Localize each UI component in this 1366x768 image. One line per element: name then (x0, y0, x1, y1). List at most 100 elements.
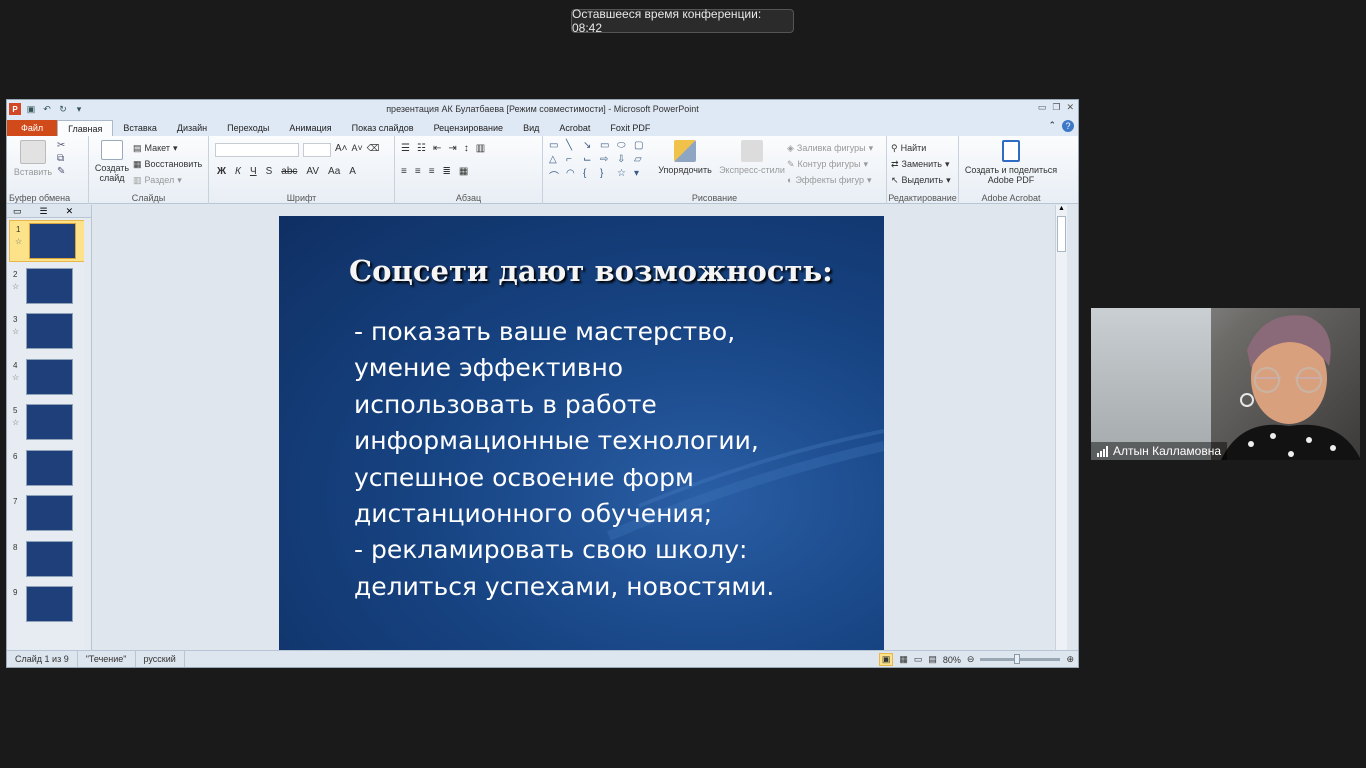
close-icon[interactable]: ✕ (1066, 102, 1074, 113)
reset-button[interactable]: ▦ Восстановить (133, 156, 202, 172)
participant-video[interactable]: Алтын Калламовна (1091, 308, 1360, 460)
tab-animation[interactable]: Анимация (279, 120, 341, 136)
rect-shape-icon[interactable]: ▭ (600, 140, 614, 152)
font-name-select[interactable] (215, 143, 299, 157)
scroll-up-icon[interactable]: ▲ (1056, 205, 1067, 212)
triangle-shape-icon[interactable]: △ (549, 154, 563, 166)
callout-shape-icon[interactable]: ▱ (634, 154, 648, 166)
replace-button[interactable]: ⇄ Заменить ▾ (891, 156, 951, 172)
brace-right-shape-icon[interactable]: } (600, 168, 614, 184)
arrow-shape-icon[interactable]: ↘ (583, 140, 597, 152)
select-button[interactable]: ↖ Выделить ▾ (891, 172, 951, 188)
thumbnails-scrollbar[interactable] (84, 218, 91, 651)
layout-button[interactable]: ▤ Макет ▾ (133, 140, 202, 156)
slide-thumbnail[interactable]: 2 ☆ (7, 266, 85, 308)
slide-title[interactable]: Соцсети дают возможность: (349, 254, 833, 288)
shapes-gallery[interactable]: ▭ ╲ ↘ ▭ ⬭ ▢ △ ⌐ ⌙ ⇨ ⇩ ▱ ⌒ ◠{} ☆ ▾ (549, 140, 651, 184)
zoom-out-icon[interactable]: ⊖ (967, 654, 975, 665)
change-case-icon[interactable]: Aa (328, 166, 340, 177)
section-button[interactable]: ▥ Раздел ▾ (133, 172, 202, 188)
tab-view[interactable]: Вид (513, 120, 549, 136)
format-painter-icon[interactable]: ✎ (57, 166, 65, 177)
columns-icon[interactable]: ▥ (476, 143, 485, 154)
create-share-pdf-button[interactable]: Создать и поделиться Adobe PDF (961, 140, 1061, 185)
right-arrow-shape-icon[interactable]: ⇨ (600, 154, 614, 166)
zoom-in-icon[interactable]: ⊕ (1066, 654, 1074, 665)
textbox-shape-icon[interactable]: ▭ (549, 140, 563, 152)
underline-icon[interactable]: Ч (250, 166, 257, 177)
tab-home[interactable]: Главная (57, 120, 114, 136)
current-slide[interactable]: Соцсети дают возможность: - показать ваш… (279, 216, 884, 651)
tab-file[interactable]: Файл (7, 120, 58, 136)
close-pane-icon[interactable]: ✕ (66, 206, 74, 217)
shape-fill-button[interactable]: ◈ Заливка фигуры ▾ (787, 140, 873, 156)
justify-icon[interactable]: ≣ (443, 166, 451, 177)
brace-left-shape-icon[interactable]: { (583, 168, 597, 184)
editor-scrollbar[interactable]: ▲ (1055, 205, 1067, 651)
cut-icon[interactable]: ✂ (57, 140, 65, 151)
shape-effects-button[interactable]: ◐ Эффекты фигур ▾ (787, 172, 873, 188)
undo-icon[interactable]: ↶ (41, 103, 53, 115)
arc-shape-icon[interactable]: ◠ (566, 168, 580, 184)
restore-icon[interactable]: ❐ (1052, 102, 1060, 113)
line-spacing-icon[interactable]: ↕ (464, 143, 469, 154)
star-shape-icon[interactable]: ☆ (617, 168, 631, 184)
zoom-slider-thumb[interactable] (1014, 654, 1021, 664)
help-icon[interactable]: ? (1062, 120, 1074, 132)
font-size-select[interactable] (303, 143, 331, 157)
align-center-icon[interactable]: ≡ (415, 166, 421, 177)
decrease-indent-icon[interactable]: ⇤ (433, 143, 441, 154)
line-shape-icon[interactable]: ╲ (566, 140, 580, 152)
normal-view-icon[interactable]: ▣ (878, 653, 894, 666)
curve-shape-icon[interactable]: ⌒ (549, 168, 563, 184)
slide-sorter-icon[interactable]: ▦ (899, 654, 908, 665)
columns-layout-icon[interactable]: ▦ (459, 166, 468, 177)
tab-insert[interactable]: Вставка (113, 120, 166, 136)
paste-button[interactable]: Вставить (13, 140, 53, 177)
font-color-icon[interactable]: A (349, 166, 356, 177)
scroll-thumb[interactable] (1057, 216, 1066, 252)
char-spacing-icon[interactable]: AV (306, 166, 319, 177)
oval-shape-icon[interactable]: ⬭ (617, 140, 631, 152)
zoom-level[interactable]: 80% (943, 655, 961, 665)
reading-view-icon[interactable]: ▭ (914, 654, 923, 665)
increase-indent-icon[interactable]: ⇥ (448, 143, 456, 154)
elbow-shape-icon[interactable]: ⌐ (566, 154, 580, 166)
copy-icon[interactable]: ⧉ (57, 153, 65, 164)
clear-format-icon[interactable]: ⌫ (367, 143, 380, 157)
tab-transitions[interactable]: Переходы (217, 120, 279, 136)
new-slide-button[interactable]: Создать слайд (93, 140, 131, 183)
bold-icon[interactable]: Ж (217, 166, 226, 177)
arrange-button[interactable]: Упорядочить (655, 140, 715, 175)
slide-thumbnail[interactable]: 1 ☆ (9, 220, 87, 262)
slides-tab-icon[interactable]: ▭ (13, 206, 22, 217)
slide-thumbnail[interactable]: 7 (7, 493, 85, 535)
more-shapes-icon[interactable]: ▾ (634, 168, 648, 184)
minimize-icon[interactable]: ▭ (1038, 102, 1047, 113)
redo-icon[interactable]: ↻ (57, 103, 69, 115)
bullets-icon[interactable]: ☰ (401, 143, 410, 154)
rounded-rect-shape-icon[interactable]: ▢ (634, 140, 648, 152)
quick-styles-button[interactable]: Экспресс-стили (719, 140, 785, 175)
align-left-icon[interactable]: ≡ (401, 166, 407, 177)
slide-thumbnail[interactable]: 9 (7, 584, 85, 626)
slide-thumbnail[interactable]: 5 ☆ (7, 402, 85, 444)
zoom-slider[interactable] (980, 654, 1061, 664)
tab-foxit[interactable]: Foxit PDF (600, 120, 660, 136)
slide-thumbnail[interactable]: 8 (7, 539, 85, 581)
slide-body-text[interactable]: - показать ваше мастерство, умение эффек… (354, 314, 864, 605)
numbering-icon[interactable]: ☷ (417, 143, 426, 154)
find-button[interactable]: ⚲ Найти (891, 140, 951, 156)
language-indicator[interactable]: русский (136, 650, 185, 667)
save-icon[interactable]: ▣ (25, 103, 37, 115)
down-arrow-shape-icon[interactable]: ⇩ (617, 154, 631, 166)
slideshow-view-icon[interactable]: ▤ (928, 654, 937, 665)
tab-design[interactable]: Дизайн (167, 120, 217, 136)
shrink-font-icon[interactable]: A˅ (352, 143, 363, 157)
tab-review[interactable]: Рецензирование (424, 120, 514, 136)
slide-thumbnail[interactable]: 6 (7, 448, 85, 490)
align-right-icon[interactable]: ≡ (429, 166, 435, 177)
powerpoint-icon[interactable]: P (9, 103, 21, 115)
connector-shape-icon[interactable]: ⌙ (583, 154, 597, 166)
italic-icon[interactable]: К (235, 166, 241, 177)
